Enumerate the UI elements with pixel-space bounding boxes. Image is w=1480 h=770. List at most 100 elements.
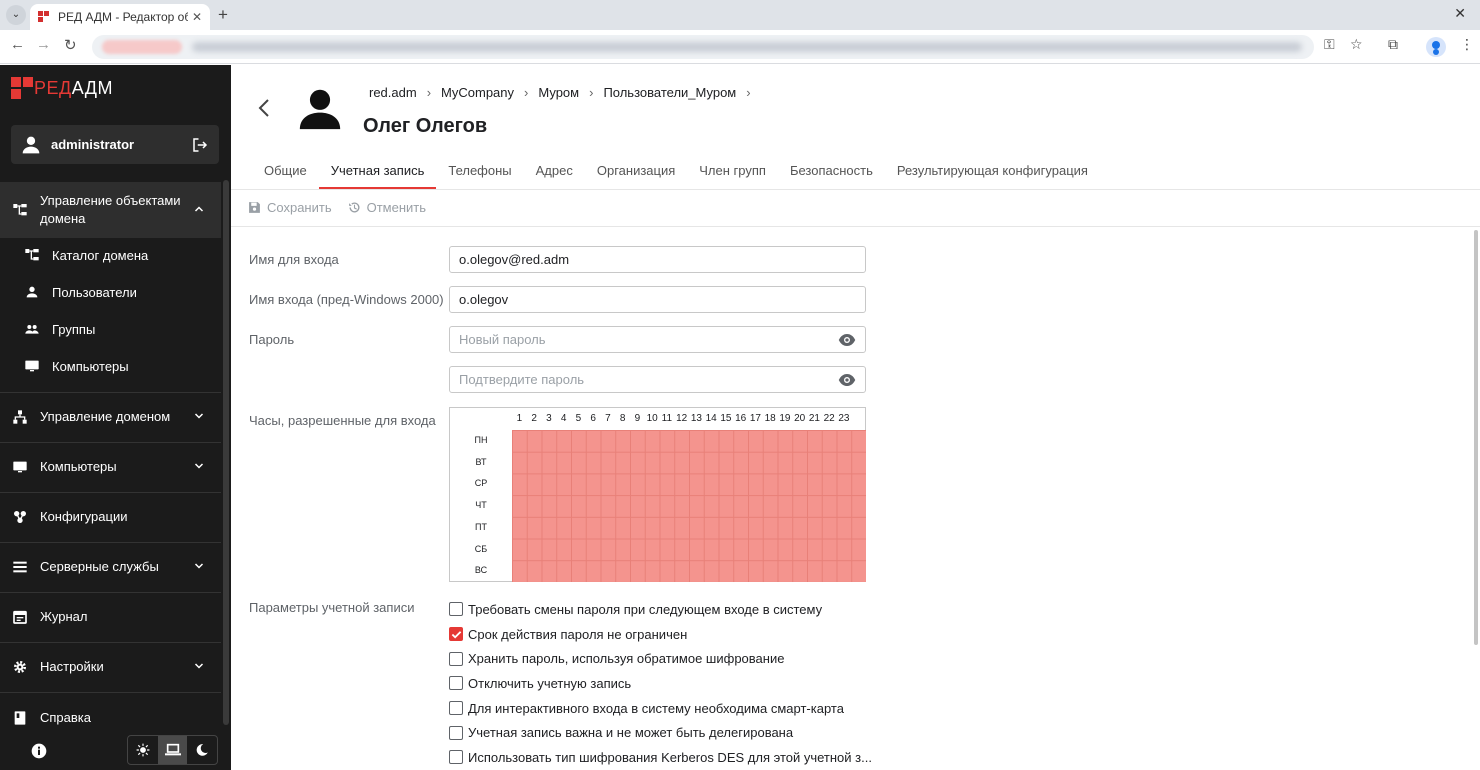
sitemap-icon [13,204,27,216]
option-kerberos-des[interactable]: Использовать тип шифрования Kerberos DES… [449,745,872,770]
breadcrumb-separator: › [426,85,432,100]
hour-label: 10 [646,413,658,424]
sidebar-scrollbar[interactable] [223,180,229,725]
menu-item-domain-objects[interactable]: Управление объектами домена [0,182,221,238]
login-input[interactable]: o.olegov@red.adm [449,246,866,273]
menu-item-domain-management[interactable]: Управление доменом [0,398,221,436]
logon-hours-cells[interactable] [512,430,866,582]
toolbar-divider [231,226,1480,227]
day-label[interactable]: СР [450,473,512,495]
sidebar: РЕД АДМ administrator Управление объектам… [0,65,231,770]
submenu-item-groups[interactable]: Группы [24,321,95,337]
hour-label: 2 [531,413,537,424]
tab-search-button[interactable]: ⌄ [6,5,26,25]
tab-security[interactable]: Безопасность [778,153,885,189]
logo-mark-icon [11,77,33,99]
security-chip[interactable] [102,40,182,54]
tab-general[interactable]: Общие [252,153,319,189]
breadcrumb-item[interactable]: red.adm [369,85,417,100]
option-password-never-expires[interactable]: Срок действия пароля не ограничен [449,622,872,647]
day-label[interactable]: ПН [450,430,512,452]
option-reversible-encryption[interactable]: Хранить пароль, используя обратимое шифр… [449,646,872,671]
breadcrumb-item[interactable]: MyCompany [441,85,514,100]
checkbox[interactable] [449,602,463,617]
tab-close-icon[interactable]: ✕ [192,10,202,24]
window-close-icon[interactable]: ✕ [1454,5,1466,22]
tab-resultant-config[interactable]: Результирующая конфигурация [885,153,1100,189]
menu-divider [0,692,221,693]
extensions-icon[interactable]: ⧉ [1388,36,1398,53]
hour-label: 22 [823,413,835,424]
save-button[interactable]: Сохранить [248,200,332,215]
theme-dark-button[interactable] [187,736,217,764]
days-column: ПН ВТ СР ЧТ ПТ СБ ВС [450,430,512,582]
menu-item-journal[interactable]: Журнал [0,598,221,636]
chevron-down-icon [189,560,209,575]
tab-address[interactable]: Адрес [524,153,585,189]
checkbox[interactable] [449,725,463,740]
checkbox[interactable] [449,701,463,716]
breadcrumb: red.adm › MyCompany › Муром › Пользователи_… [369,85,761,100]
toolbar: Сохранить Отменить [248,200,442,215]
star-icon[interactable]: ☆ [1350,36,1363,53]
option-require-password-change[interactable]: Требовать смены пароля при следующем вхо… [449,597,872,622]
breadcrumb-separator: › [589,85,594,100]
cancel-button[interactable]: Отменить [348,200,426,215]
tab-phones[interactable]: Телефоны [436,153,523,189]
reload-icon[interactable]: ↻ [64,36,77,54]
address-bar[interactable] [92,35,1314,59]
submenu-item-domain-catalog[interactable]: Каталог домена [24,247,148,263]
back-chevron-icon[interactable] [257,99,271,117]
submenu-item-computers[interactable]: Компьютеры [24,358,129,374]
day-label[interactable]: ВТ [450,452,512,474]
checkbox[interactable] [449,750,463,765]
day-label[interactable]: ВС [450,560,512,582]
logout-icon[interactable] [191,136,209,154]
key-icon[interactable]: ⚿ [1324,36,1335,53]
tab-member-of[interactable]: Член групп [687,153,778,189]
confirm-password-input[interactable]: Подтвердите пароль [449,366,866,393]
eye-icon[interactable] [838,373,856,386]
hour-label: 18 [764,413,776,424]
checkbox-checked[interactable] [449,627,463,642]
user-panel: administrator [11,125,219,164]
menu-item-configurations[interactable]: Конфигурации [0,498,221,536]
logon-hours-grid: 1 2 3 4 5 6 7 8 9 10 11 12 13 14 15 16 1… [449,407,866,582]
day-label[interactable]: ПТ [450,517,512,539]
option-not-delegated[interactable]: Учетная запись важна и не может быть дел… [449,720,872,745]
chevron-down-icon [189,460,209,475]
new-password-input[interactable]: Новый пароль [449,326,866,353]
option-disable-account[interactable]: Отключить учетную запись [449,671,872,696]
menu-item-server-services[interactable]: Серверные службы [0,548,221,586]
sun-icon [136,743,150,757]
prewin-login-input[interactable]: o.olegov [449,286,866,313]
profile-avatar-icon[interactable] [1426,37,1446,57]
day-label[interactable]: ЧТ [450,495,512,517]
breadcrumb-item[interactable]: Муром [538,85,579,100]
tab-organization[interactable]: Организация [585,153,687,189]
info-icon[interactable] [31,743,47,759]
submenu-label: Группы [52,321,96,337]
menu-label: Конфигурации [40,509,128,524]
theme-system-button[interactable] [157,736,188,764]
option-smartcard-required[interactable]: Для интерактивного входа в систему необх… [449,696,872,721]
back-arrow-icon[interactable]: ← [10,36,25,53]
eye-icon[interactable] [838,333,856,346]
submenu-item-users[interactable]: Пользователи [24,284,137,300]
content-scrollbar[interactable] [1474,230,1478,645]
breadcrumb-item[interactable]: Пользователи_Муром [603,85,736,100]
gear-icon [14,661,26,673]
tab-account[interactable]: Учетная запись [318,153,437,189]
menu-item-computers[interactable]: Компьютеры [0,448,221,486]
new-tab-button[interactable]: + [218,5,228,25]
theme-light-button[interactable] [128,736,158,764]
menu-item-settings[interactable]: Настройки [0,648,221,686]
checkbox[interactable] [449,651,463,666]
hour-label: 21 [808,413,820,424]
day-label[interactable]: СБ [450,539,512,561]
menu-item-help[interactable]: Справка [0,699,221,737]
checkbox[interactable] [449,676,463,691]
forward-arrow-icon[interactable]: → [36,36,51,53]
kebab-menu-icon[interactable]: ⋮ [1460,36,1474,53]
browser-tab[interactable]: РЕД АДМ - Редактор об ✕ [30,4,210,30]
